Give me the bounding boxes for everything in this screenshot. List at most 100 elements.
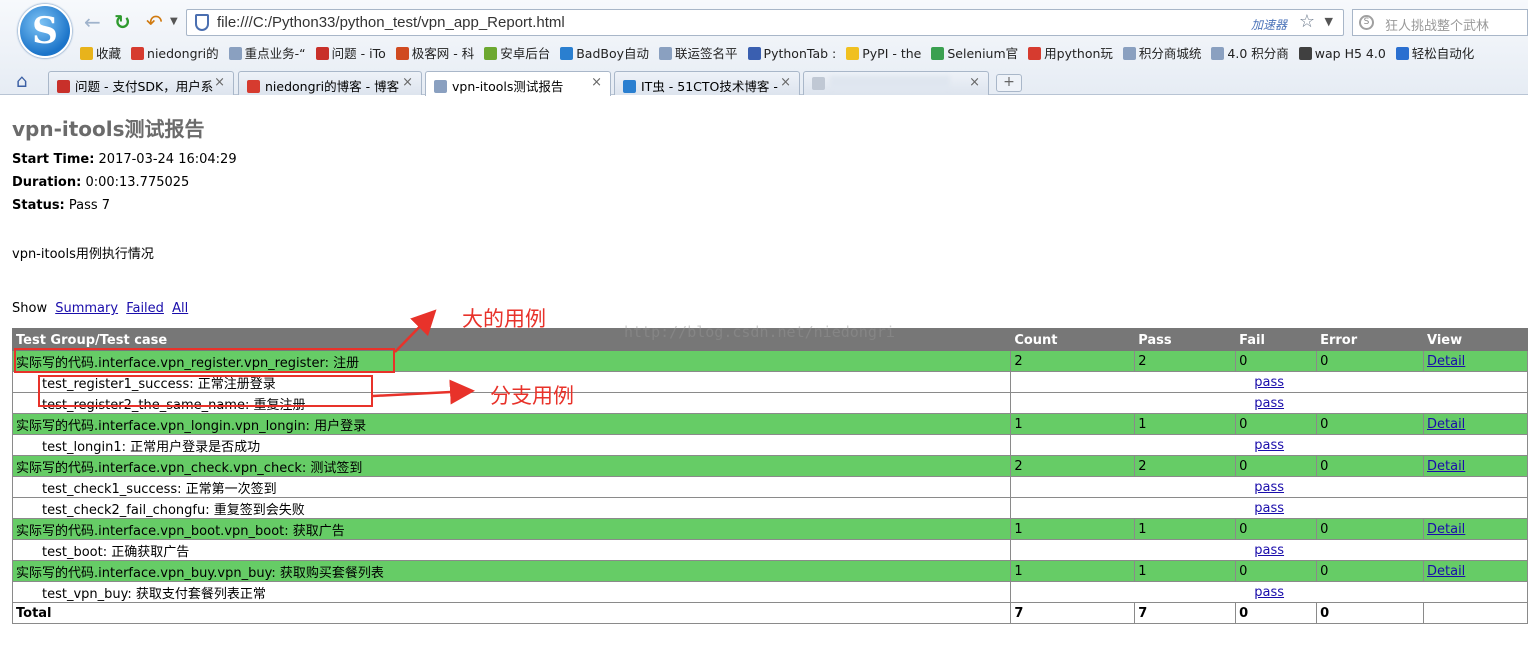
filter-all-link[interactable]: All [172,301,188,316]
back-arrow-icon[interactable]: ← [84,10,101,34]
browser-logo-icon[interactable]: S [18,4,72,58]
total-row: Total 7 7 0 0 [11,602,1528,624]
browser-tab[interactable]: vpn-itools测试报告 × [425,71,611,96]
tab-favicon-icon [623,80,636,93]
bookmark-item[interactable]: 安卓后台 [484,43,550,62]
bookmark-item[interactable]: PyPI - the [846,46,921,61]
close-tab-icon[interactable]: × [402,75,413,90]
detail-link[interactable]: Detail [1427,354,1465,369]
group-error: 0 [1316,560,1424,582]
close-tab-icon[interactable]: × [591,75,602,90]
bookmark-item[interactable]: 问题 - iTo [315,43,386,62]
case-result-cell: pass [1010,539,1528,561]
case-name: test_longin1: 正常用户登录是否成功 [11,434,1012,456]
detail-link[interactable]: Detail [1427,459,1465,474]
refresh-icon[interactable]: ↻ [114,10,131,34]
test-case-row: test_vpn_buy: 获取支付套餐列表正常 pass [11,581,1528,603]
bookmark-icon [846,47,860,60]
page-title: vpn-itools测试报告 [12,117,205,141]
close-tab-icon[interactable]: × [780,75,791,90]
case-result-cell: pass [1010,581,1528,603]
chevron-down-icon[interactable]: ▼ [1325,15,1333,28]
browser-tab[interactable]: × [803,71,989,95]
group-error: 0 [1316,455,1424,477]
undo-dropdown-icon[interactable]: ▼ [170,10,178,34]
bookmark-item[interactable]: BadBoy自动 [560,43,649,62]
bookmark-item[interactable]: PythonTab : [747,46,837,61]
case-result-cell: pass [1010,371,1528,393]
home-icon[interactable]: ⌂ [16,71,27,92]
header-view: View [1423,328,1528,351]
bookmark-item[interactable]: niedongri的 [131,43,219,62]
watermark: http://blog.csdn.net/niedongri [624,323,895,341]
case-result-link[interactable]: pass [1254,501,1284,516]
detail-link[interactable]: Detail [1427,564,1465,579]
bookmark-label: 问题 - iTo [331,46,386,61]
browser-tab[interactable]: IT虫 - 51CTO技术博客 - × [614,71,800,95]
test-group-row: 实际写的代码.interface.vpn_boot.vpn_boot: 获取广告… [11,518,1528,540]
branch-case-annotation: 分支用例 [490,384,574,408]
bookmark-icon [1395,47,1409,60]
filter-summary-link[interactable]: Summary [55,301,118,316]
close-tab-icon[interactable]: × [214,75,225,90]
case-result-cell: pass [1010,476,1528,498]
detail-link[interactable]: Detail [1427,522,1465,537]
group-fail: 0 [1235,518,1318,540]
start-time-label: Start Time: [12,152,95,167]
detail-link[interactable]: Detail [1427,417,1465,432]
address-url[interactable]: file:///C:/Python33/python_test/vpn_app_… [217,14,565,31]
bookmark-label: 轻松自动化 [1411,46,1475,61]
bookmark-item[interactable]: 极客网 - 科 [395,43,474,62]
group-error: 0 [1316,413,1424,435]
bookmark-item[interactable]: 联运签名平 [659,43,738,62]
bookmark-icon [484,47,498,60]
case-result-link[interactable]: pass [1254,438,1284,453]
new-tab-button[interactable]: + [996,74,1022,92]
close-tab-icon[interactable]: × [969,75,980,90]
bookmark-item[interactable]: Selenium官 [931,43,1018,62]
bookmark-item[interactable]: 用python玩 [1028,43,1113,62]
address-bar[interactable]: file:///C:/Python33/python_test/vpn_app_… [186,9,1344,36]
accelerator-button[interactable]: 加速器 [1251,16,1287,33]
undo-icon[interactable]: ↶ [146,10,163,34]
bookmark-label: 联运签名平 [675,46,738,61]
bookmark-item[interactable]: 重点业务-“ [228,43,306,62]
case-result-cell: pass [1010,392,1528,414]
case-result-link[interactable]: pass [1254,543,1284,558]
bookmark-item[interactable]: 轻松自动化 [1395,43,1475,62]
browser-tab[interactable]: 问题 - 支付SDK，用户系 × [48,71,234,95]
case-name: test_check2_fail_chongfu: 重复签到会失败 [11,497,1012,519]
header-error: Error [1316,328,1424,351]
star-icon[interactable]: ☆ [1299,11,1315,32]
group-name: 实际写的代码.interface.vpn_check.vpn_check: 测试… [11,455,1012,477]
tab-label [830,76,950,88]
group-pass: 1 [1134,413,1237,435]
total-view [1423,602,1528,624]
case-result-link[interactable]: pass [1254,375,1284,390]
case-result-link[interactable]: pass [1254,480,1284,495]
search-box[interactable]: S 狂人挑战整个武林 [1352,9,1528,36]
bookmark-label: Selenium官 [947,46,1019,61]
group-view-cell: Detail [1423,455,1528,477]
browser-tab[interactable]: niedongri的博客 - 博客 × [238,71,422,95]
search-input[interactable]: 狂人挑战整个武林 [1385,15,1489,34]
group-fail: 0 [1235,350,1318,372]
bookmark-label: PythonTab : [763,46,837,61]
search-engine-icon[interactable]: S [1359,15,1374,30]
bookmark-label: BadBoy自动 [576,46,650,61]
bookmark-icon [315,47,329,60]
test-group-row: 实际写的代码.interface.vpn_longin.vpn_longin: … [11,413,1528,435]
bookmark-item[interactable]: 积分商城统 [1122,43,1201,62]
group-count: 2 [1010,455,1136,477]
case-name: test_boot: 正确获取广告 [11,539,1012,561]
group-count: 1 [1010,518,1136,540]
bookmark-item[interactable]: wap H5 4.0 [1298,46,1386,61]
bookmark-item[interactable]: 4.0 积分商 [1211,43,1289,62]
tab-favicon-icon [434,80,447,93]
case-result-link[interactable]: pass [1254,585,1284,600]
case-result-link[interactable]: pass [1254,396,1284,411]
bookmark-icon [560,47,574,60]
test-group-row: 实际写的代码.interface.vpn_check.vpn_check: 测试… [11,455,1528,477]
bookmark-item[interactable]: 收藏 [80,43,121,62]
filter-failed-link[interactable]: Failed [126,301,164,316]
